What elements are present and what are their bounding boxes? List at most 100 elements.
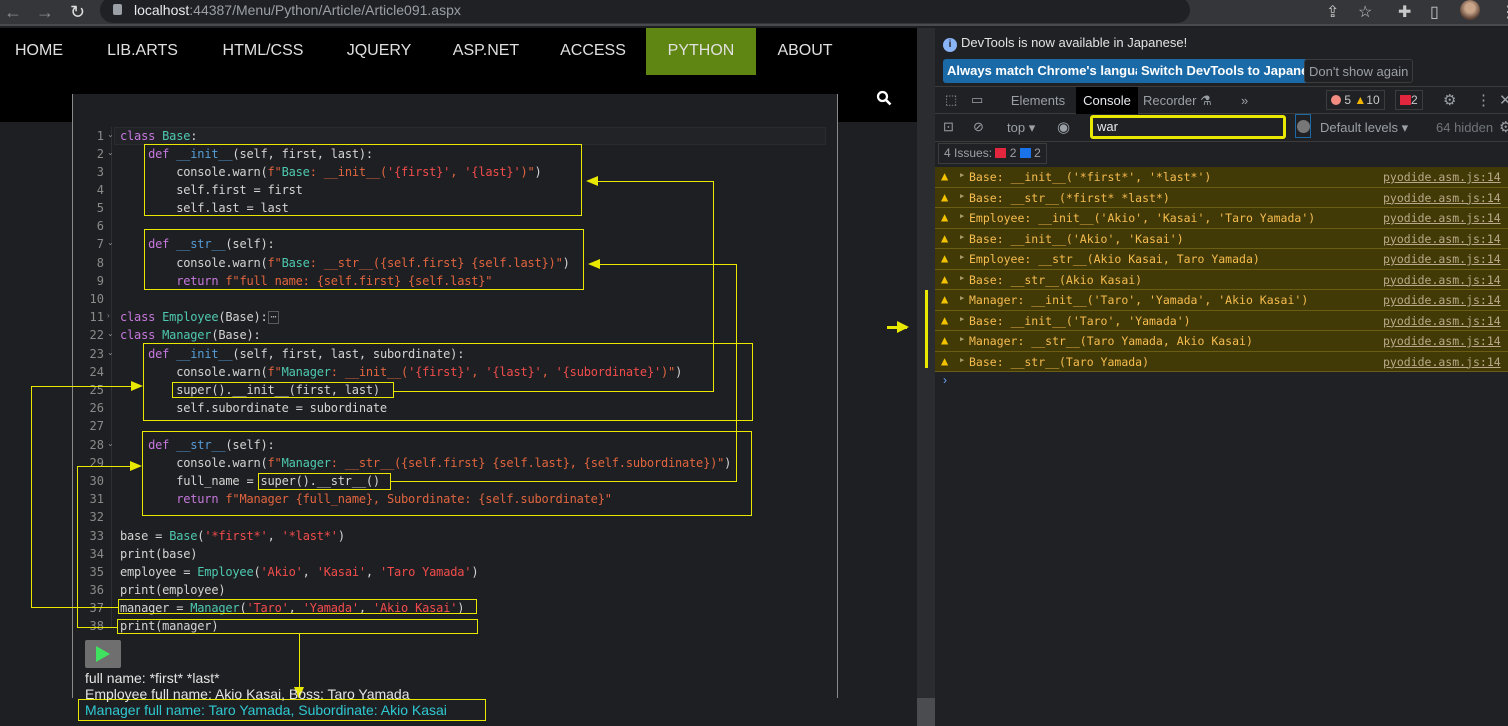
tab-recorder[interactable]: Recorder ⚗ [1143, 87, 1223, 114]
share-icon[interactable]: ⇪ [1326, 2, 1339, 22]
kebab-menu-icon[interactable]: ⋮ [1476, 91, 1491, 109]
log-source-link[interactable]: pyodide.asm.js:14 [1383, 191, 1501, 205]
log-source-link[interactable]: pyodide.asm.js:14 [1383, 334, 1501, 348]
more-tabs-button[interactable]: » [1241, 87, 1257, 114]
close-icon[interactable]: ✕ [1499, 91, 1508, 109]
log-source-link[interactable]: pyodide.asm.js:14 [1383, 293, 1501, 307]
nav-about[interactable]: ABOUT [770, 28, 840, 75]
expand-triangle-icon[interactable]: ▶ [960, 253, 964, 261]
nav-lib-arts[interactable]: LIB.ARTS [100, 28, 185, 75]
console-warning-row[interactable]: ▲ ▶ Employee: __str__(Akio Kasai, Taro Yam… [935, 249, 1508, 270]
warning-icon: ▲ [941, 292, 949, 306]
expand-triangle-icon[interactable]: ▶ [960, 274, 964, 282]
console-warning-row[interactable]: ▲ ▶ Base: __init__('Akio', 'Kasai') pyodide… [935, 228, 1508, 249]
connector [31, 386, 131, 387]
log-source-link[interactable]: pyodide.asm.js:14 [1383, 252, 1501, 266]
issues-bar[interactable]: 4 Issues: 2 2 [938, 143, 1047, 164]
inspect-element-icon[interactable]: ⬚ [945, 92, 957, 108]
console-warning-row[interactable]: ▲ ▶ Base: __str__(Akio Kasai) pyodide.asm.j… [935, 269, 1508, 290]
live-expression-eye-icon[interactable]: ◉ [1057, 118, 1070, 136]
match-language-button[interactable]: Always match Chrome's language [943, 59, 1162, 83]
search-icon[interactable] [876, 90, 892, 106]
code-line[interactable]: class Employee(Base): ⋯ [120, 308, 280, 326]
line-number: 36 [89, 583, 104, 597]
log-source-link[interactable]: pyodide.asm.js:14 [1383, 355, 1501, 369]
warning-icon: ▲ [941, 353, 949, 368]
expand-triangle-icon[interactable]: ▶ [960, 233, 964, 241]
fold-chevron-icon[interactable]: ⌄ [107, 148, 114, 157]
fold-chevron-icon[interactable]: ⌄ [107, 130, 114, 139]
expand-triangle-icon[interactable]: ▶ [960, 171, 964, 179]
nav-home[interactable]: HOME [0, 28, 78, 75]
reload-icon[interactable]: ↻ [70, 2, 85, 22]
console-warning-row[interactable]: ▲ ▶ Base: __init__('*first*', '*last*') pyo… [935, 167, 1508, 188]
error-warning-badge[interactable]: 5 ▲10 [1326, 90, 1385, 110]
issues-label: 4 Issues: [944, 146, 993, 160]
switch-japanese-button[interactable]: Switch DevTools to Japanese [1137, 59, 1327, 83]
console-warning-row[interactable]: ▲ ▶ Base: __init__('Taro', 'Yamada') pyodid… [935, 310, 1508, 331]
context-selector[interactable]: top ▾ [1007, 120, 1035, 136]
log-source-link[interactable]: pyodide.asm.js:14 [1383, 211, 1501, 225]
code-line[interactable]: print(employee) [120, 581, 226, 599]
nav-access[interactable]: ACCESS [556, 28, 630, 75]
console-warning-row[interactable]: ▲ ▶ Employee: __init__('Akio', 'Kasai', 'T… [935, 208, 1508, 229]
nav-python[interactable]: PYTHON [646, 28, 756, 75]
expand-triangle-icon[interactable]: ▶ [960, 315, 964, 323]
expand-triangle-icon[interactable]: ▶ [960, 294, 964, 302]
clear-filter-icon[interactable] [1295, 114, 1311, 138]
fold-chevron-icon[interactable]: ⌄ [107, 329, 114, 338]
console-warning-row[interactable]: ▲ ▶ Base: __str__(*first* *last*) pyodide.a… [935, 187, 1508, 208]
code-line[interactable]: print(base) [120, 545, 197, 563]
expand-triangle-icon[interactable]: ▶ [960, 335, 964, 343]
fold-chevron-icon[interactable]: ⌄ [107, 238, 114, 247]
run-button[interactable] [85, 640, 121, 668]
fold-chevron-icon[interactable]: ⌄ [107, 348, 114, 357]
console-settings-icon[interactable]: ⚙ [1499, 118, 1508, 136]
log-source-link[interactable]: pyodide.asm.js:14 [1383, 273, 1501, 287]
clear-console-icon[interactable]: ⊘ [973, 119, 984, 135]
log-message: Base: __init__('*first*', '*last*') [969, 170, 1212, 184]
nav-jquery[interactable]: JQUERY [340, 28, 418, 75]
expand-triangle-icon[interactable]: ▶ [960, 212, 964, 220]
console-warning-row[interactable]: ▲ ▶ Base: __str__(Taro Yamada) pyodide.asm.… [935, 351, 1508, 372]
log-levels-dropdown[interactable]: Default levels ▾ [1320, 120, 1408, 136]
nav-asp-net[interactable]: ASP.NET [446, 28, 526, 75]
star-icon[interactable]: ☆ [1358, 2, 1372, 22]
console-filter-input[interactable]: war [1090, 115, 1286, 139]
sidebar-toggle-icon[interactable]: ⊡ [943, 119, 954, 135]
code-line[interactable]: class Base: [120, 127, 197, 145]
forward-icon[interactable]: → [36, 2, 54, 22]
device-toolbar-icon[interactable]: ▭ [971, 92, 983, 108]
log-source-link[interactable]: pyodide.asm.js:14 [1383, 314, 1501, 328]
issues-badge[interactable]: 2 [1395, 90, 1423, 110]
extensions-icon[interactable]: ✚ [1398, 2, 1411, 22]
console-warning-row[interactable]: ▲ ▶ Manager: __init__('Taro', 'Yamada', 'A… [935, 290, 1508, 311]
back-icon[interactable]: ← [4, 2, 22, 22]
fold-chevron-icon[interactable]: › [107, 311, 110, 320]
log-source-link[interactable]: pyodide.asm.js:14 [1383, 232, 1501, 246]
tab-console[interactable]: Console [1076, 87, 1138, 114]
menu-icon[interactable]: ⋮ [1500, 2, 1508, 22]
settings-icon[interactable]: ⚙ [1443, 91, 1456, 109]
line-number: 23 [89, 347, 104, 361]
dont-show-again-button[interactable]: Don't show again [1304, 59, 1414, 83]
expand-triangle-icon[interactable]: ▶ [960, 192, 964, 200]
console-prompt[interactable]: › [943, 373, 947, 387]
page-scrollbar[interactable] [917, 28, 935, 726]
log-source-link[interactable]: pyodide.asm.js:14 [1383, 170, 1501, 184]
expand-triangle-icon[interactable]: ▶ [960, 356, 964, 364]
fold-chevron-icon[interactable]: ⌄ [107, 439, 114, 448]
tab-elements[interactable]: Elements [1005, 87, 1071, 114]
page-scrollbar-thumb[interactable] [917, 698, 935, 726]
folded-code-marker[interactable]: ⋯ [267, 311, 280, 324]
code-line[interactable]: class Manager(Base): [120, 326, 261, 344]
code-line[interactable]: base = Base('*first*', '*last*') [120, 527, 345, 545]
side-panel-icon[interactable]: ▯ [1430, 2, 1439, 22]
console-warning-row[interactable]: ▲ ▶ Manager: __str__(Taro Yamada, Akio Kas… [935, 331, 1508, 352]
code-line[interactable]: employee = Employee('Akio', 'Kasai', 'Ta… [120, 563, 479, 581]
url-text[interactable]: localhost:44387/Menu/Python/Article/Arti… [134, 2, 461, 18]
line-number: 5 [96, 201, 104, 215]
browser-toolbar: ← → ↻ localhost:44387/Menu/Python/Articl… [0, 0, 1508, 26]
avatar[interactable] [1460, 0, 1480, 20]
nav-html-css[interactable]: HTML/CSS [212, 28, 314, 75]
